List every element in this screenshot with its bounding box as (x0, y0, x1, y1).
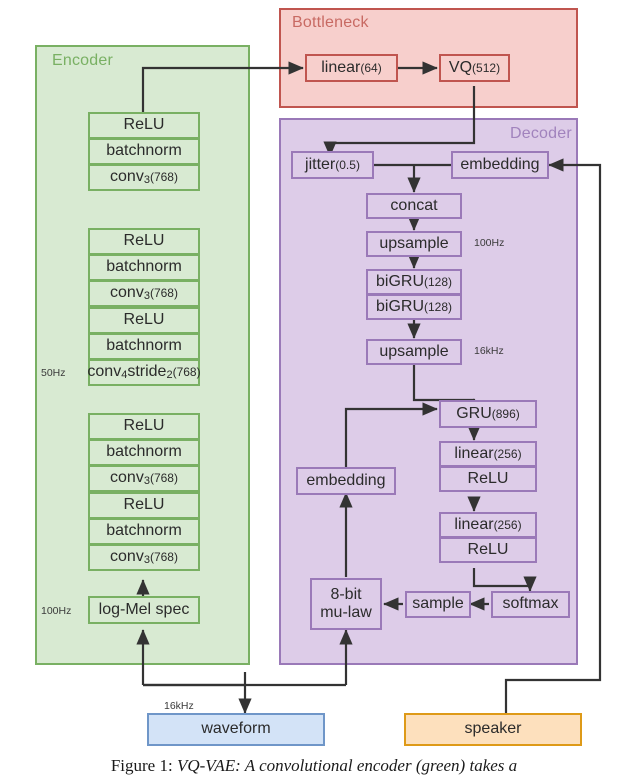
waveform-node[interactable]: waveform (147, 713, 325, 746)
encoder-panel-title: Encoder (52, 52, 113, 69)
decoder-bigru-2-label: biGRU(128) (375, 297, 453, 315)
decoder-rate-100hz: 100Hz (474, 237, 505, 249)
encoder-block2-conv[interactable]: conv3(768) (88, 280, 200, 307)
decoder-rate-16khz: 16kHz (474, 345, 504, 357)
decoder-gru[interactable]: GRU(896) (439, 400, 537, 428)
bottleneck-vq-label: VQ(512) (448, 58, 501, 76)
encoder-block5-batchnorm[interactable]: batchnorm (88, 518, 200, 545)
decoder-bigru-1-label: biGRU(128) (375, 272, 453, 290)
encoder-block5-relu[interactable]: ReLU (88, 492, 200, 519)
decoder-relu-2[interactable]: ReLU (439, 537, 537, 563)
encoder-block5-conv[interactable]: conv3(768) (88, 544, 200, 571)
encoder-block2-conv-label: conv3(768) (110, 283, 178, 302)
encoder-block4-conv-label: conv3(768) (110, 468, 178, 487)
decoder-jitter-label: jitter(0.5) (305, 155, 360, 173)
encoder-block1-conv[interactable]: conv3(768) (88, 164, 200, 191)
bottleneck-vq[interactable]: VQ(512) (439, 54, 510, 82)
decoder-jitter[interactable]: jitter(0.5) (291, 151, 374, 179)
encoder-block1-conv-label: conv3(768) (110, 167, 178, 186)
encoder-block4-relu[interactable]: ReLU (88, 413, 200, 440)
decoder-linear-1[interactable]: linear(256) (439, 441, 537, 467)
decoder-linear-2[interactable]: linear(256) (439, 512, 537, 538)
encoder-block3-conv-stride[interactable]: conv4stride2(768) (87, 359, 201, 386)
decoder-embedding-bottom[interactable]: embedding (296, 467, 396, 495)
decoder-bigru-2[interactable]: biGRU(128) (366, 294, 462, 320)
encoder-block1-batchnorm[interactable]: batchnorm (88, 138, 200, 165)
bottleneck-panel-title: Bottleneck (292, 14, 369, 31)
encoder-block4-conv[interactable]: conv3(768) (88, 465, 200, 492)
encoder-rate-50hz: 50Hz (41, 367, 66, 379)
encoder-block1-relu[interactable]: ReLU (88, 112, 200, 139)
decoder-embedding-top[interactable]: embedding (451, 151, 549, 179)
decoder-sample[interactable]: sample (405, 591, 471, 618)
encoder-rate-100hz: 100Hz (41, 605, 72, 617)
figure-caption: Figure 1: VQ-VAE: A convolutional encode… (0, 756, 628, 776)
encoder-block2-batchnorm[interactable]: batchnorm (88, 254, 200, 281)
decoder-upsample-16khz[interactable]: upsample (366, 339, 462, 365)
speaker-node[interactable]: speaker (404, 713, 582, 746)
decoder-mu-law-line2: mu-law (320, 604, 372, 621)
encoder-block4-batchnorm[interactable]: batchnorm (88, 439, 200, 466)
decoder-mu-law-line1: 8-bit (330, 586, 362, 604)
figure-caption-text: VQ-VAE: A convolutional encoder (green) … (176, 756, 518, 775)
figure-caption-prefix: Figure 1: (110, 756, 173, 775)
encoder-block5-conv-label: conv3(768) (110, 547, 178, 566)
encoder-block3-batchnorm[interactable]: batchnorm (88, 333, 200, 360)
decoder-linear-2-label: linear(256) (454, 515, 522, 533)
encoder-log-mel-spec[interactable]: log-Mel spec (88, 596, 200, 624)
decoder-relu-1[interactable]: ReLU (439, 466, 537, 492)
encoder-block3-conv-label: conv4stride2(768) (87, 362, 201, 381)
decoder-gru-label: GRU(896) (456, 404, 520, 422)
decoder-softmax[interactable]: softmax (491, 591, 570, 618)
bottleneck-linear[interactable]: linear(64) (305, 54, 398, 82)
decoder-upsample-100hz[interactable]: upsample (366, 231, 462, 257)
decoder-panel-title: Decoder (510, 125, 572, 142)
decoder-linear-1-label: linear(256) (454, 444, 522, 462)
encoder-block3-relu[interactable]: ReLU (88, 307, 200, 334)
encoder-block2-relu[interactable]: ReLU (88, 228, 200, 255)
bottleneck-linear-label: linear(64) (321, 58, 382, 76)
decoder-bigru-1[interactable]: biGRU(128) (366, 269, 462, 295)
figure-canvas: Encoder Bottleneck Decoder 100Hz log-Mel… (0, 0, 628, 782)
waveform-rate-16khz: 16kHz (164, 700, 194, 712)
decoder-concat[interactable]: concat (366, 193, 462, 219)
decoder-mu-law[interactable]: 8-bit mu-law (310, 578, 382, 630)
